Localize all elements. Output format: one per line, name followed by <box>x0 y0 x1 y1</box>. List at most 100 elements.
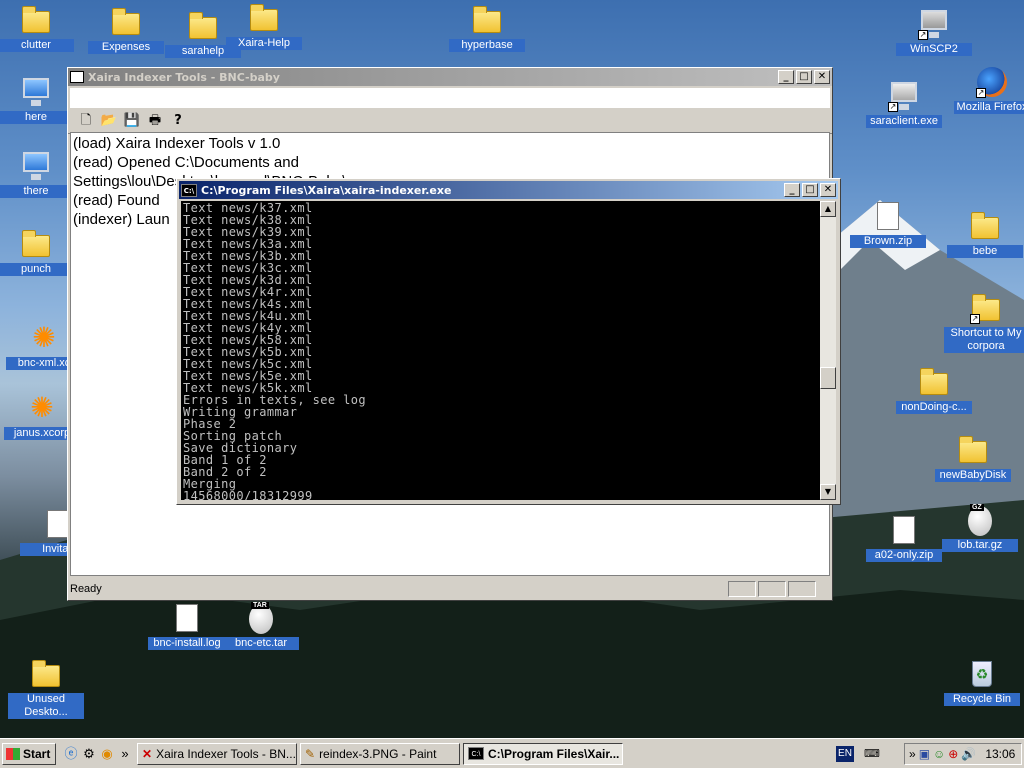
volume-tray-icon[interactable]: 🔊 <box>961 747 976 761</box>
window-title: Xaira Indexer Tools - BNC-baby <box>88 70 280 84</box>
console-scrollbar[interactable]: ▲ ▼ <box>820 201 836 500</box>
new-file-icon[interactable]: 🗋 <box>76 111 96 131</box>
scroll-thumb[interactable] <box>820 367 836 389</box>
toolbar: 🗋 📂 💾 🖶 ? <box>68 108 832 134</box>
tray-chevron-icon[interactable]: » <box>909 747 916 761</box>
desktop-icon-a02-only[interactable]: a02-only.zip <box>866 514 942 562</box>
folder-icon <box>918 366 950 398</box>
status-panel <box>728 581 756 597</box>
desktop-icon-punch[interactable]: punch <box>0 228 74 276</box>
help-icon[interactable]: ? <box>168 111 188 131</box>
folder-icon <box>20 228 52 260</box>
cmd-icon: C:\ <box>181 183 197 197</box>
clock[interactable]: 13:06 <box>985 747 1015 761</box>
xaira-corpus-icon: ✺ <box>30 392 54 423</box>
network-tray-icon[interactable]: ▣ <box>919 747 930 761</box>
close-button[interactable]: ✕ <box>820 183 836 197</box>
open-folder-icon[interactable]: 📂 <box>99 111 119 131</box>
console-line: Save dictionary <box>183 441 298 455</box>
computer-icon <box>20 76 52 108</box>
desktop-icon-hyperbase[interactable]: hyperbase <box>449 4 525 52</box>
desktop-icon-shortcut-my-corpora[interactable]: ↗ Shortcut to My corpora <box>944 292 1024 353</box>
folder-shortcut-icon: ↗ <box>970 292 1002 324</box>
folder-icon <box>969 210 1001 242</box>
media-player-quicklaunch-icon[interactable]: ◉ <box>98 745 116 763</box>
status-panel <box>788 581 816 597</box>
console-window[interactable]: C:\ C:\Program Files\Xaira\xaira-indexer… <box>176 178 841 505</box>
taskbar: Start ⓔ ⚙ ◉ » ✕ Xaira Indexer Tools - BN… <box>0 738 1024 768</box>
desktop-icon-expenses[interactable]: Expenses <box>88 6 164 54</box>
console-output[interactable]: Text news/k37.xml Text news/k38.xml Text n… <box>181 201 820 500</box>
folder-icon <box>471 4 503 36</box>
print-icon[interactable]: 🖶 <box>145 111 165 131</box>
firefox-icon: ↗ <box>976 66 1008 98</box>
desktop-icon-bnc-etc-tar[interactable]: TAR bnc-etc.tar <box>223 602 299 650</box>
windows-logo-icon <box>6 747 20 760</box>
taskbar-button-xaira[interactable]: ✕ Xaira Indexer Tools - BN... <box>137 742 297 765</box>
desktop-icon-winscp2[interactable]: ↗ WinSCP2 <box>896 8 972 56</box>
zip-archive-icon <box>888 514 920 546</box>
folder-icon <box>957 434 989 466</box>
messenger-tray-icon[interactable]: ☺ <box>933 747 945 761</box>
scroll-down-arrow-icon[interactable]: ▼ <box>820 484 836 500</box>
desktop-icon-mozilla-firefox[interactable]: ↗ Mozilla Firefox <box>954 66 1024 114</box>
language-indicator[interactable]: EN <box>836 745 854 762</box>
menu-bar[interactable] <box>70 88 830 108</box>
desktop-icon-saraclient[interactable]: ↗ saraclient.exe <box>866 80 942 128</box>
recycle-bin-icon: ♻ <box>966 658 998 690</box>
log-line: (load) Xaira Indexer Tools v 1.0 <box>73 135 281 152</box>
status-text: Ready <box>70 583 102 595</box>
text-file-icon <box>171 602 203 634</box>
desktop-icon-bnc-install-log[interactable]: bnc-install.log <box>148 602 226 650</box>
maximize-button[interactable]: □ <box>796 70 812 84</box>
console-line: Writing grammar <box>183 405 298 419</box>
tar-archive-icon: TAR <box>245 602 277 634</box>
paint-app-icon: ✎ <box>305 746 316 761</box>
start-button[interactable]: Start <box>2 742 56 765</box>
desktop-icon-here[interactable]: here <box>0 76 74 124</box>
desktop-icon-there[interactable]: there <box>0 150 74 198</box>
taskbar-button-paint[interactable]: ✎ reindex-3.PNG - Paint <box>300 742 460 765</box>
keyboard-icon[interactable]: ⌨ <box>864 747 880 760</box>
console-titlebar[interactable]: C:\ C:\Program Files\Xaira\xaira-indexer… <box>179 181 838 199</box>
gz-archive-icon: GZ <box>964 504 996 536</box>
status-bar: Ready <box>68 578 832 600</box>
scroll-up-arrow-icon[interactable]: ▲ <box>820 201 836 217</box>
xaira-app-icon: ✕ <box>142 746 153 761</box>
folder-icon <box>248 2 280 34</box>
desktop-icon-nondoing[interactable]: nonDoing-c... <box>896 366 972 414</box>
zip-archive-icon <box>872 200 904 232</box>
installer-icon: ↗ <box>888 80 920 112</box>
network-computer-icon <box>20 150 52 182</box>
system-tray: » ▣ ☺ ⊕ 🔊 13:06 <box>904 742 1022 765</box>
desktop-icon-bebe[interactable]: bebe <box>947 210 1023 258</box>
desktop-icon-clutter[interactable]: clutter <box>0 4 74 52</box>
desktop-icon-recycle-bin[interactable]: ♻ Recycle Bin <box>944 658 1020 706</box>
app-icon <box>70 71 84 83</box>
log-line: (read) Opened C:\Documents and <box>73 154 299 171</box>
console-line: 14568000/18312999 <box>183 489 313 500</box>
settings-quicklaunch-icon[interactable]: ⚙ <box>80 745 98 763</box>
desktop-icon-lob-tar-gz[interactable]: GZ lob.tar.gz <box>942 504 1018 552</box>
console-line: Band 1 of 2 <box>183 453 267 467</box>
desktop-icon-unused-desktop[interactable]: Unused Deskto... <box>8 658 84 719</box>
console-line: Band 2 of 2 <box>183 465 267 479</box>
save-icon[interactable]: 💾 <box>122 111 142 131</box>
desktop-icon-xaira-help[interactable]: Xaira-Help <box>226 2 302 50</box>
ie-quicklaunch-icon[interactable]: ⓔ <box>62 745 80 763</box>
close-button[interactable]: ✕ <box>814 70 830 84</box>
window-titlebar[interactable]: Xaira Indexer Tools - BNC-baby _ □ ✕ <box>68 68 832 86</box>
maximize-button[interactable]: □ <box>802 183 818 197</box>
quicklaunch-chevron-icon[interactable]: » <box>116 745 134 763</box>
desktop-icon-newbabydisk[interactable]: newBabyDisk <box>935 434 1011 482</box>
status-panel <box>758 581 786 597</box>
minimize-button[interactable]: _ <box>784 183 800 197</box>
folder-icon <box>110 6 142 38</box>
winscp-icon: ↗ <box>918 8 950 40</box>
minimize-button[interactable]: _ <box>778 70 794 84</box>
security-tray-icon[interactable]: ⊕ <box>948 747 958 761</box>
folder-icon <box>187 10 219 42</box>
folder-icon <box>30 658 62 690</box>
taskbar-button-console[interactable]: C:\ C:\Program Files\Xair... <box>463 742 623 765</box>
desktop-icon-brown-zip[interactable]: Brown.zip <box>850 200 926 248</box>
